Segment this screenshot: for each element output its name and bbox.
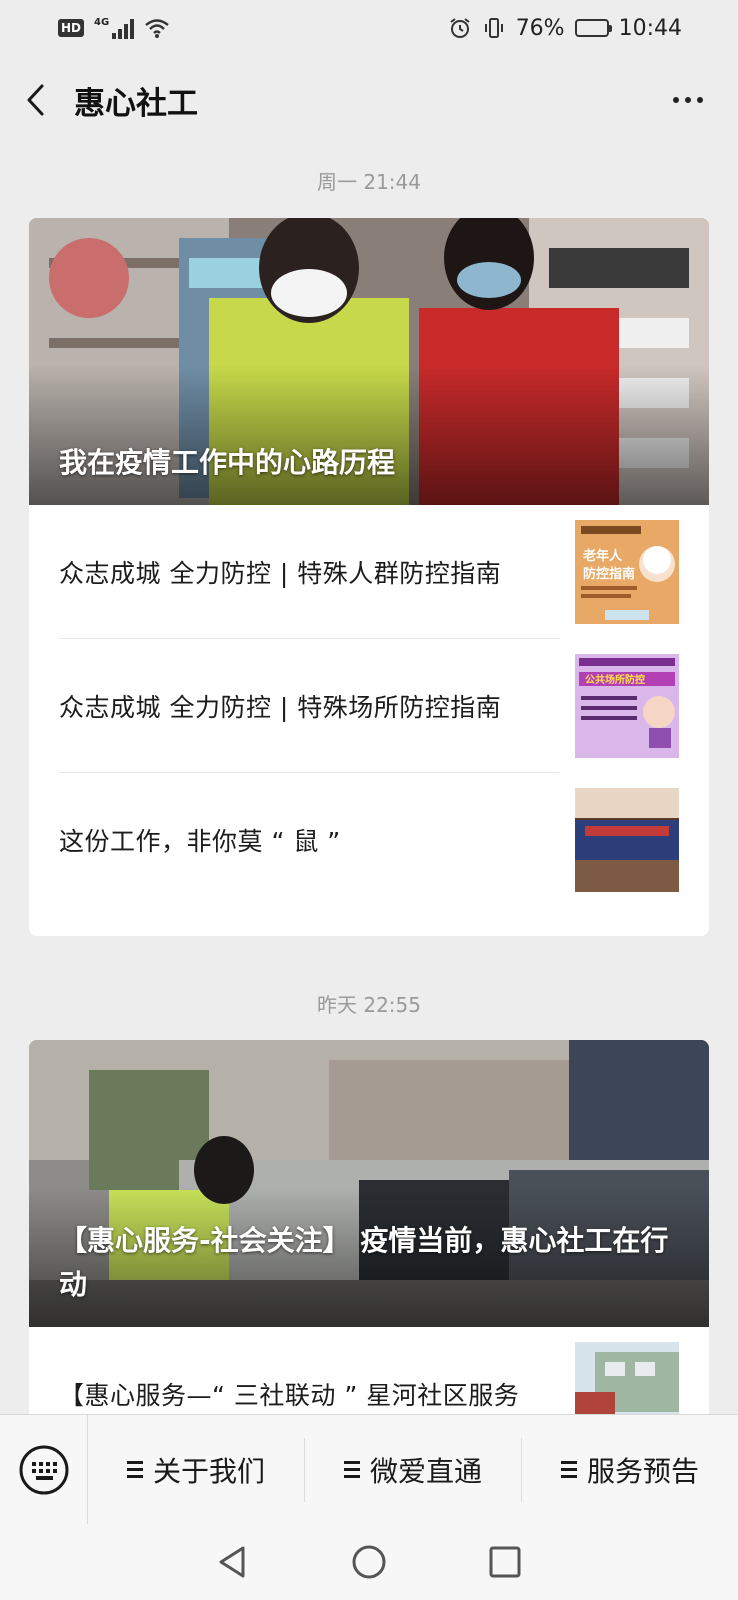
article-card: 我在疫情工作中的心路历程 众志成城 全力防控 | 特殊人群防控指南 老年人 防控… — [29, 218, 709, 936]
elderly-guide-thumbnail: 老年人 防控指南 — [575, 520, 679, 624]
battery-icon — [574, 19, 612, 37]
status-bar: HD 4G 76% 10:44 — [0, 0, 738, 56]
alarm-icon — [450, 18, 470, 38]
svg-text:防控指南: 防控指南 — [583, 566, 635, 582]
back-triangle-icon[interactable] — [215, 1544, 251, 1580]
article-title: 众志成城 全力防控 | 特殊人群防控指南 — [59, 558, 502, 588]
recents-square-icon[interactable] — [487, 1544, 523, 1580]
battery-percent: 76% — [515, 15, 565, 41]
keyboard-toggle-button[interactable] — [0, 1414, 88, 1525]
menu-item-label: 服务预告 — [586, 1454, 699, 1488]
more-button[interactable] — [668, 80, 708, 120]
clock: 10:44 — [618, 15, 682, 41]
article-item[interactable]: 【惠心服务—“ 三社联动 ” 星河社区服务 — [59, 1327, 679, 1420]
menu-weiai-direct[interactable]: 微爱直通 — [304, 1437, 521, 1502]
menu-item-label: 微爱直通 — [369, 1454, 482, 1488]
timestamp: 昨天 22:55 — [317, 993, 421, 1017]
status-right: 76% 10:44 — [448, 16, 682, 41]
menu-list-icon — [343, 1461, 360, 1478]
vibrate-icon — [484, 18, 503, 38]
public-place-guide-thumbnail: 公共场所防控 — [575, 654, 679, 758]
page-title: 惠心社工 — [74, 85, 198, 122]
cellular-signal-icon: 4G — [94, 17, 135, 39]
group-photo-thumbnail — [575, 788, 679, 892]
article-item[interactable]: 众志成城 全力防控 | 特殊人群防控指南 老年人 防控指南 — [59, 505, 679, 639]
article-title: 众志成城 全力防控 | 特殊场所防控指南 — [59, 692, 502, 722]
article-card: 【惠心服务-社会关注】 疫情当前，惠心社工在行动 【惠心服务—“ 三社联动 ” … — [29, 1040, 709, 1420]
svg-text:老年人: 老年人 — [582, 548, 623, 564]
article-item[interactable]: 这份工作，非你莫 “ 鼠 ” — [59, 773, 679, 907]
menu-list-icon — [126, 1461, 143, 1478]
menu-about-us[interactable]: 关于我们 — [88, 1438, 304, 1502]
network-type: 4G — [94, 17, 110, 28]
wifi-icon — [145, 19, 169, 38]
chevron-left-icon — [27, 84, 44, 116]
menu-item-label: 关于我们 — [152, 1454, 265, 1488]
nav-bar: 惠心社工 — [0, 56, 738, 144]
timestamp: 周一 21:44 — [317, 170, 421, 194]
status-left: HD 4G — [58, 17, 170, 39]
menu-list-icon — [560, 1461, 577, 1478]
article-title: 【惠心服务—“ 三社联动 ” 星河社区服务 — [59, 1381, 520, 1410]
cover-title: 【惠心服务-社会关注】 疫情当前，惠心社工在行动 — [59, 1224, 669, 1301]
more-icon — [673, 97, 679, 103]
system-nav-bar — [0, 1524, 738, 1600]
article-title: 这份工作，非你莫 “ 鼠 ” — [59, 827, 341, 856]
menu-service-preview[interactable]: 服务预告 — [521, 1437, 738, 1502]
cover-article[interactable]: 【惠心服务-社会关注】 疫情当前，惠心社工在行动 — [29, 1040, 709, 1327]
cover-title: 我在疫情工作中的心路历程 — [59, 446, 396, 479]
community-photo-thumbnail — [575, 1342, 679, 1420]
cover-article[interactable]: 我在疫情工作中的心路历程 — [29, 218, 709, 505]
keyboard-icon — [19, 1445, 68, 1494]
svg-text:公共场所防控: 公共场所防控 — [585, 673, 645, 686]
hd-badge: HD — [58, 19, 85, 37]
bottom-menu: 关于我们 微爱直通 服务预告 — [0, 1414, 738, 1525]
home-circle-icon[interactable] — [351, 1544, 387, 1580]
article-item[interactable]: 众志成城 全力防控 | 特殊场所防控指南 公共场所防控 — [59, 639, 679, 773]
back-button[interactable] — [0, 56, 70, 144]
